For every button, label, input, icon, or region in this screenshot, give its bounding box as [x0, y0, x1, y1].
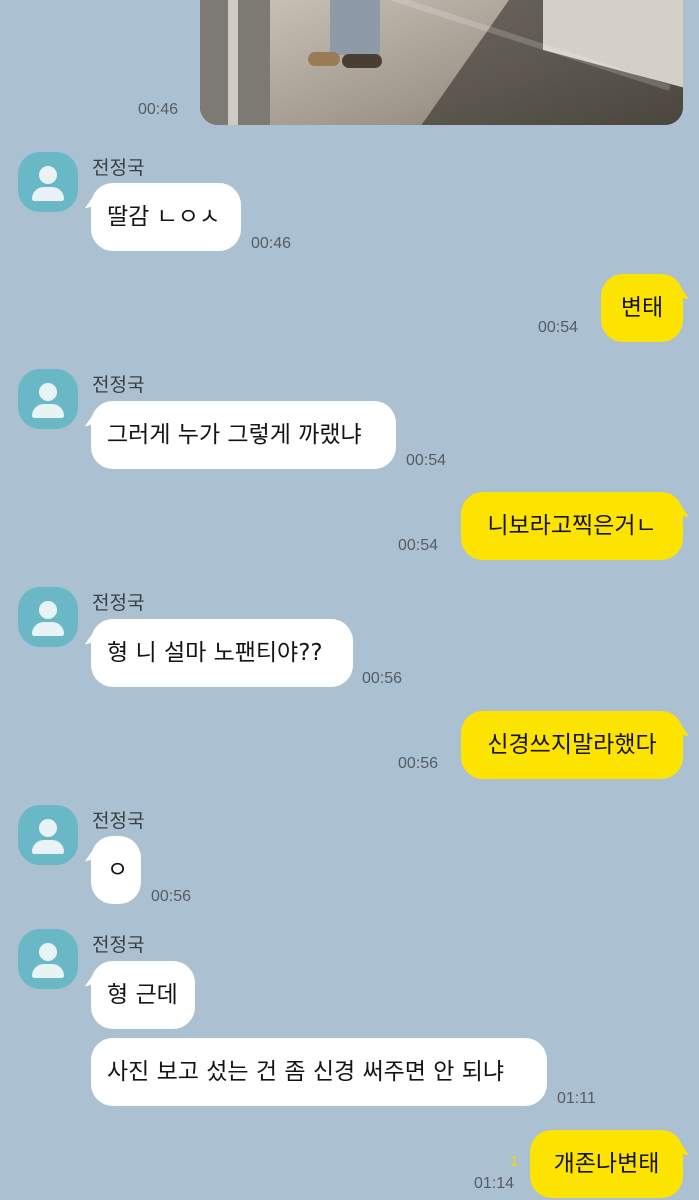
message-bubble-incoming[interactable]: 형 니 설마 노팬티야?? — [91, 619, 353, 687]
message-text: 딸감 ㄴㅇㅅ — [107, 204, 221, 230]
avatar[interactable] — [18, 152, 78, 212]
avatar-body — [32, 964, 64, 978]
message-bubble-incoming[interactable]: 그러게 누가 그렇게 까랬냐 — [91, 401, 396, 469]
message-time: 00:54 — [398, 537, 439, 554]
photo-shoe — [308, 52, 340, 66]
message-text: 그러게 누가 그렇게 까랬냐 — [107, 422, 362, 448]
message-text: 변태 — [620, 295, 664, 321]
avatar-body — [32, 622, 64, 636]
message-time: 00:56 — [362, 670, 403, 687]
message-time: 00:54 — [406, 452, 447, 469]
message-text: 신경쓰지말라했다 — [487, 732, 657, 758]
sender-name: 전정국 — [92, 592, 145, 614]
message-text: 형 근데 — [107, 982, 178, 1008]
photo-wall — [200, 0, 270, 125]
photo-message[interactable] — [200, 0, 683, 125]
message-time: 00:56 — [398, 755, 439, 772]
photo-legs — [330, 0, 380, 55]
message-bubble-incoming[interactable]: 딸감 ㄴㅇㅅ — [91, 183, 241, 251]
sender-name: 전정국 — [92, 157, 145, 179]
message-bubble-outgoing[interactable]: 변태 — [601, 274, 683, 342]
sender-name: 전정국 — [92, 810, 145, 832]
message-time: 00:56 — [151, 888, 192, 905]
avatar-body — [32, 840, 64, 854]
avatar[interactable] — [18, 805, 78, 865]
message-bubble-incoming[interactable]: ㅇ — [91, 836, 141, 904]
avatar-head — [39, 819, 57, 837]
avatar-head — [39, 943, 57, 961]
message-time: 00:46 — [251, 235, 292, 252]
message-bubble-outgoing[interactable]: 개존나변태 — [530, 1130, 683, 1198]
unread-count: 1 — [510, 1153, 519, 1170]
message-text: ㅇ — [107, 857, 129, 883]
avatar-head — [39, 601, 57, 619]
avatar-head — [39, 166, 57, 184]
message-bubble-incoming[interactable]: 사진 보고 섰는 건 좀 신경 써주면 안 되냐 — [91, 1038, 547, 1106]
photo-shoe — [342, 54, 382, 68]
message-time: 01:14 — [474, 1175, 515, 1192]
message-bubble-outgoing[interactable]: 니보라고찍은거ㄴ — [461, 492, 683, 560]
message-time: 01:11 — [557, 1090, 596, 1107]
message-text: 니보라고찍은거ㄴ — [487, 513, 657, 539]
sender-name: 전정국 — [92, 934, 145, 956]
avatar-body — [32, 187, 64, 201]
avatar[interactable] — [18, 587, 78, 647]
avatar-head — [39, 383, 57, 401]
avatar[interactable] — [18, 929, 78, 989]
message-text: 사진 보고 섰는 건 좀 신경 써주면 안 되냐 — [107, 1059, 505, 1085]
message-text: 개존나변태 — [553, 1151, 660, 1177]
avatar-body — [32, 404, 64, 418]
message-time: 00:54 — [538, 319, 579, 336]
message-bubble-incoming[interactable]: 형 근데 — [91, 961, 195, 1029]
message-bubble-outgoing[interactable]: 신경쓰지말라했다 — [461, 711, 683, 779]
message-time: 00:46 — [138, 101, 179, 118]
avatar[interactable] — [18, 369, 78, 429]
sender-name: 전정국 — [92, 374, 145, 396]
message-text: 형 니 설마 노팬티야?? — [107, 640, 323, 666]
